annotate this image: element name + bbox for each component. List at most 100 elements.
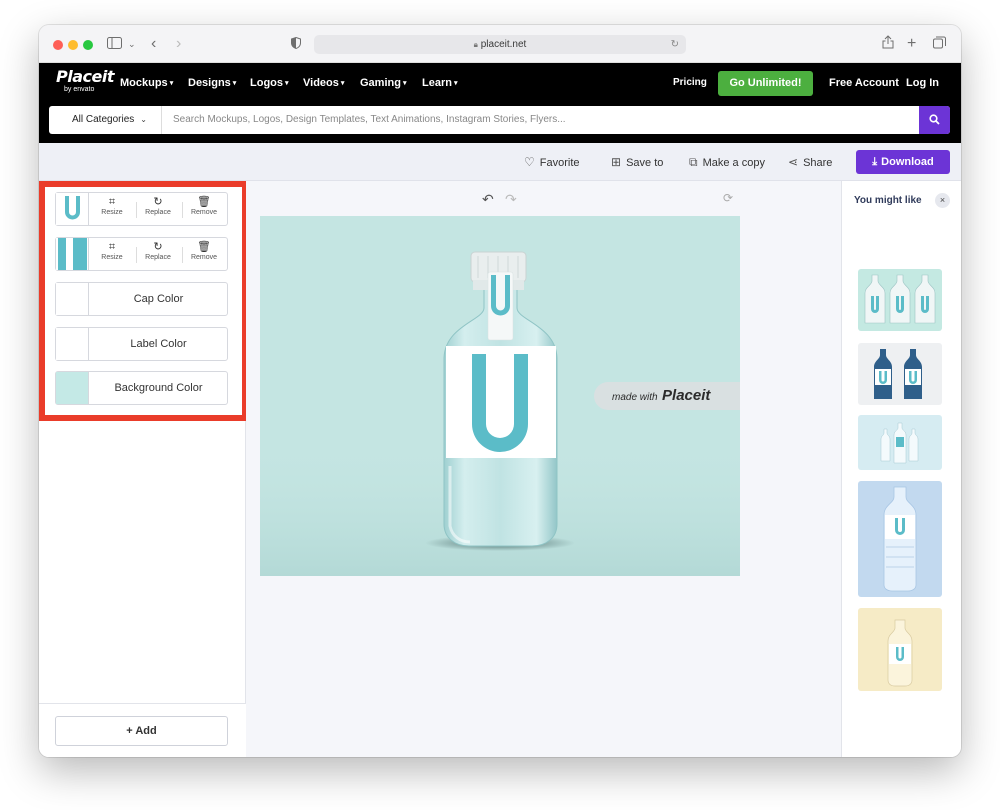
- trash-icon: 🗑︎: [197, 196, 211, 208]
- forward-icon[interactable]: ›: [176, 35, 181, 53]
- reset-icon[interactable]: ⟳: [723, 191, 733, 205]
- save-to-label: Save to: [626, 157, 664, 169]
- nav-logos[interactable]: Logos ▾: [250, 77, 289, 89]
- chevron-down-icon: ▾: [169, 80, 174, 87]
- panel-footer: + Add: [39, 703, 246, 757]
- download-label: Download: [881, 156, 934, 168]
- favorite-button[interactable]: ♡ Favorite: [524, 155, 580, 169]
- suggestion-thumbnail[interactable]: [858, 415, 942, 470]
- background-color-control[interactable]: Background Color: [55, 371, 228, 405]
- save-to-button[interactable]: ⊞ Save to: [611, 155, 663, 169]
- chevron-down-icon[interactable]: ⌄: [128, 35, 136, 53]
- make-copy-button[interactable]: ⧉ Make a copy: [689, 155, 765, 170]
- browser-toolbar: ⌄ ‹ › 🔒︎ placeit.net ↻ +: [39, 25, 961, 63]
- chevron-down-icon: ▾: [232, 80, 237, 87]
- search-row: All Categories ⌄ Search Mockups, Logos, …: [39, 105, 961, 143]
- resize-tool[interactable]: ⌗ Resize: [89, 196, 135, 217]
- add-folder-icon: ⊞: [611, 155, 622, 169]
- logo-subtitle: by envato: [64, 86, 95, 93]
- address-bar[interactable]: 🔒︎ placeit.net ↻: [314, 35, 686, 54]
- suggestion-thumbnail[interactable]: [858, 608, 942, 691]
- small-bottles-image: [880, 422, 919, 464]
- free-account-link[interactable]: Free Account: [829, 77, 899, 89]
- remove-tool[interactable]: 🗑︎ Remove: [181, 196, 227, 217]
- category-select[interactable]: All Categories ⌄: [49, 106, 162, 134]
- cap-color-swatch[interactable]: [56, 283, 89, 315]
- close-icon[interactable]: ×: [935, 193, 950, 208]
- background-color-label: Background Color: [114, 382, 203, 394]
- label-color-label: Label Color: [130, 338, 187, 350]
- mockup-preview[interactable]: made with Placeit: [260, 216, 740, 576]
- image-layer-2[interactable]: ⌗ Resize ↻ Replace 🗑︎ Remove: [55, 237, 228, 271]
- nav-label: Videos: [303, 77, 339, 89]
- canvas-area: ↶ ↷ ⟳ made with Placeit: [246, 181, 841, 757]
- log-in-link[interactable]: Log In: [906, 77, 939, 89]
- nav-designs[interactable]: Designs ▾: [188, 77, 236, 89]
- nav-learn[interactable]: Learn ▾: [422, 77, 457, 89]
- watermark-prefix: made with: [612, 392, 658, 403]
- share-sheet-icon[interactable]: [882, 35, 894, 53]
- add-button[interactable]: + Add: [55, 716, 228, 746]
- zoom-window-icon[interactable]: [83, 40, 93, 50]
- heart-icon: ♡: [524, 155, 535, 169]
- reload-icon[interactable]: ↻: [671, 35, 679, 54]
- nav-label: Designs: [188, 77, 231, 89]
- undo-icon[interactable]: ↶: [482, 191, 494, 208]
- background-color-swatch[interactable]: [56, 372, 89, 404]
- cap-color-control[interactable]: Cap Color: [55, 282, 228, 316]
- blue-bottles-image: [874, 349, 922, 399]
- download-button[interactable]: ⤓ Download: [856, 150, 950, 174]
- search-button[interactable]: [919, 106, 950, 134]
- image-layer-1[interactable]: ⌗ Resize ↻ Replace 🗑︎ Remove: [55, 192, 228, 226]
- back-icon[interactable]: ‹: [151, 35, 156, 53]
- sidebar-toggle-icon[interactable]: [107, 35, 122, 53]
- suggestion-thumbnail[interactable]: [858, 481, 942, 597]
- shield-icon[interactable]: [291, 35, 301, 53]
- search-input[interactable]: Search Mockups, Logos, Design Templates,…: [173, 106, 566, 134]
- copy-icon: ⧉: [689, 155, 698, 169]
- resize-label: Resize: [101, 254, 123, 261]
- remove-tool[interactable]: 🗑︎ Remove: [181, 241, 227, 262]
- label-color-swatch[interactable]: [56, 328, 89, 360]
- nav-label: Learn: [422, 77, 452, 89]
- minimize-window-icon[interactable]: [68, 40, 78, 50]
- label-color-control[interactable]: Label Color: [55, 327, 228, 361]
- replace-tool[interactable]: ↻ Replace: [135, 241, 181, 262]
- go-unlimited-button[interactable]: Go Unlimited!: [718, 71, 813, 96]
- share-label: Share: [803, 157, 833, 169]
- nav-mockups[interactable]: Mockups ▾: [120, 77, 173, 89]
- new-tab-icon[interactable]: +: [907, 35, 916, 53]
- resize-tool[interactable]: ⌗ Resize: [89, 241, 135, 262]
- chevron-down-icon: ▾: [285, 80, 289, 87]
- share-button[interactable]: ⋖ Share: [788, 155, 832, 169]
- suggestion-thumbnail[interactable]: [858, 269, 942, 331]
- layer-thumbnail[interactable]: [56, 238, 89, 270]
- cap-color-label: Cap Color: [133, 293, 184, 305]
- chevron-down-icon: ⌄: [140, 115, 147, 124]
- crop-icon: ⌗: [108, 241, 116, 253]
- category-label: All Categories: [72, 114, 135, 125]
- nav-gaming[interactable]: Gaming ▾: [360, 77, 406, 89]
- suggestions-panel: You might like ×: [841, 181, 961, 757]
- chevron-down-icon: ▾: [402, 80, 407, 87]
- remove-label: Remove: [190, 254, 218, 261]
- nav-label: Logos: [250, 77, 283, 89]
- lock-icon: 🔒︎: [473, 40, 478, 49]
- crop-icon: ⌗: [108, 196, 116, 208]
- chevron-down-icon: ▾: [453, 80, 458, 87]
- placeit-logo[interactable]: Placeit by envato: [56, 69, 114, 94]
- close-window-icon[interactable]: [53, 40, 63, 50]
- replace-tool[interactable]: ↻ Replace: [135, 196, 181, 217]
- url-text: placeit.net: [480, 39, 527, 50]
- nav-videos[interactable]: Videos ▾: [303, 77, 344, 89]
- watermark-brand: Placeit: [662, 387, 711, 404]
- nav-pricing[interactable]: Pricing: [673, 77, 707, 88]
- redo-icon[interactable]: ↷: [505, 191, 517, 208]
- placeit-watermark: made with Placeit: [612, 387, 710, 405]
- layer-thumbnail[interactable]: [56, 193, 89, 225]
- remove-label: Remove: [190, 209, 218, 216]
- suggestion-thumbnail[interactable]: [858, 343, 942, 405]
- make-copy-label: Make a copy: [702, 157, 765, 169]
- tab-overview-icon[interactable]: [933, 35, 946, 53]
- main-nav: Placeit by envato Mockups ▾ Designs ▾ Logo…: [39, 63, 961, 105]
